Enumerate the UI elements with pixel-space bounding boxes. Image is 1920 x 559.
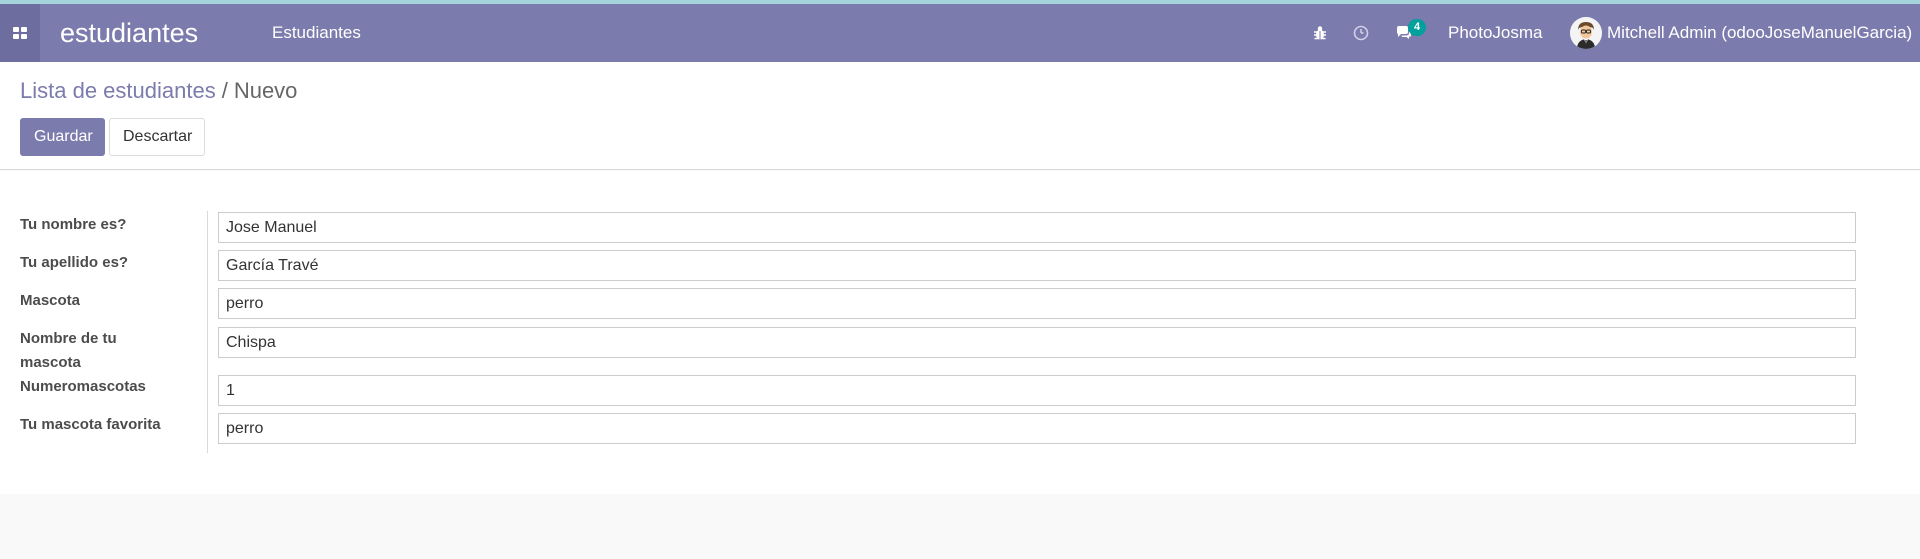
field-label-mascota-favorita: Tu mascota favorita <box>20 416 161 433</box>
breadcrumb: Lista de estudiantes / Nuevo <box>20 78 297 104</box>
breadcrumb-separator: / <box>221 78 228 103</box>
nombre-field[interactable] <box>218 212 1856 243</box>
clock-icon <box>1353 25 1369 41</box>
breadcrumb-current: Nuevo <box>233 78 298 103</box>
field-label-nombre: Tu nombre es? <box>20 216 127 233</box>
numeromascotas-field[interactable] <box>218 375 1856 406</box>
field-label-nombre-mascota: Nombre de tu mascota <box>20 330 117 371</box>
avatar <box>1570 17 1602 49</box>
user-name: Mitchell Admin (odooJoseManuelGarcia) <box>1607 23 1913 42</box>
label-column-divider <box>207 211 208 453</box>
field-label-mascota: Mascota <box>20 292 81 309</box>
apellido-field[interactable] <box>218 250 1856 281</box>
breadcrumb-parent-link[interactable]: Lista de estudiantes <box>20 78 216 103</box>
field-label-apellido: Tu apellido es? <box>20 254 129 271</box>
field-label-numeromascotas: Numeromascotas <box>20 378 146 395</box>
user-menu[interactable]: Mitchell Admin (odooJoseManuelGarcia) <box>1570 4 1912 62</box>
app-name: estudiantes <box>60 18 199 48</box>
apps-menu-button[interactable] <box>0 4 40 62</box>
user-avatar-icon <box>1570 17 1602 49</box>
bug-icon <box>1314 26 1326 40</box>
control-panel: Lista de estudiantes / Nuevo Guardar Desca… <box>0 62 1920 170</box>
mascota-field[interactable] <box>218 288 1856 319</box>
form-sheet: Tu nombre es? Tu apellido es? Mascota No… <box>0 171 1920 494</box>
company-switcher[interactable]: PhotoJosma <box>1448 4 1543 62</box>
nombre-mascota-field[interactable] <box>218 327 1856 358</box>
main-navbar: estudiantes Estudiantes 4 PhotoJosma Mit… <box>0 4 1920 62</box>
apps-grid-icon <box>13 27 27 39</box>
activity-button[interactable] <box>1350 22 1372 44</box>
mascota-favorita-field[interactable] <box>218 413 1856 444</box>
discard-button[interactable]: Descartar <box>109 118 205 156</box>
save-button[interactable]: Guardar <box>20 118 105 156</box>
debug-button[interactable] <box>1309 22 1331 44</box>
menu-item-estudiantes[interactable]: Estudiantes <box>272 4 361 62</box>
messages-count-badge: 4 <box>1408 19 1426 36</box>
